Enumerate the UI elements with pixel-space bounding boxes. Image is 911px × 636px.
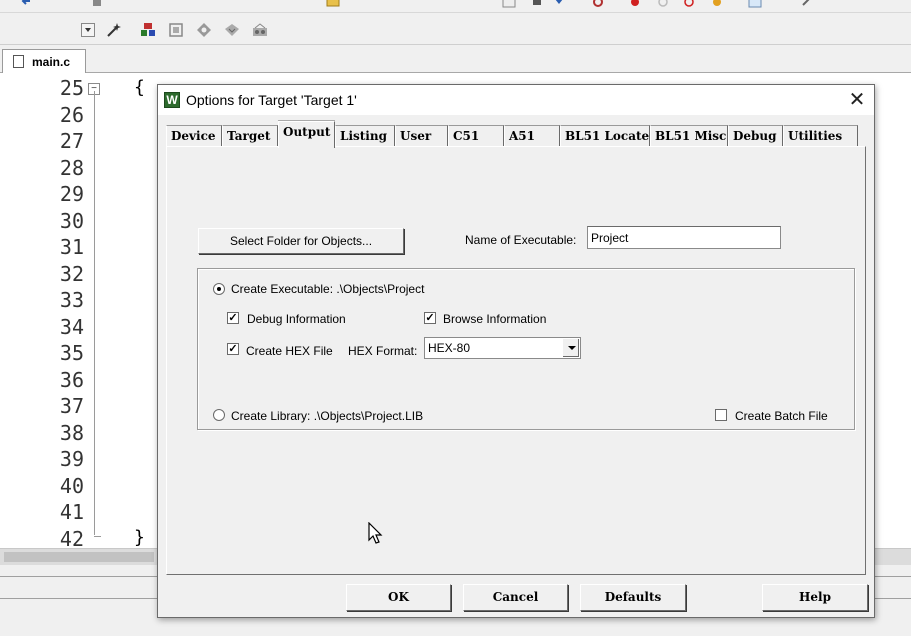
line-number: 34	[59, 315, 84, 339]
fold-guide	[94, 91, 95, 535]
indent-more-icon[interactable]	[290, 0, 304, 8]
line-number: 31	[59, 235, 84, 259]
name-of-executable-label: Name of Executable:	[465, 233, 577, 247]
window-layout-icon[interactable]	[748, 0, 762, 8]
create-library-radio[interactable]	[213, 409, 225, 421]
back-arrow-icon[interactable]	[20, 0, 34, 8]
align-left-icon[interactable]	[210, 0, 224, 8]
scrollbar-thumb[interactable]	[4, 552, 154, 562]
chevron-down-icon[interactable]	[562, 339, 579, 357]
line-number: 38	[59, 421, 84, 445]
keil-app-icon: W	[164, 92, 180, 108]
manage-runtime-icon[interactable]	[222, 20, 242, 40]
select-packs-icon[interactable]	[166, 20, 186, 40]
line-number: 35	[59, 341, 84, 365]
breakpoint-clear-icon[interactable]	[682, 0, 696, 8]
breakpoint-disabled-icon[interactable]	[656, 0, 670, 8]
comment-icon[interactable]	[176, 0, 190, 8]
tab-a51[interactable]: A51	[504, 125, 560, 147]
tab-bl51-misc[interactable]: BL51 Misc	[650, 125, 728, 147]
line-number: 28	[59, 156, 84, 180]
line-number: 32	[59, 262, 84, 286]
dialog-titlebar[interactable]: W Options for Target 'Target 1' ✕	[158, 85, 874, 115]
line-number: 30	[59, 209, 84, 233]
tab-listing[interactable]: Listing	[335, 125, 395, 147]
tab-target[interactable]: Target	[222, 125, 278, 147]
options-dialog: W Options for Target 'Target 1' ✕ Device…	[157, 84, 875, 618]
help-button[interactable]: Help	[762, 584, 868, 611]
breakpoint-icon[interactable]	[628, 0, 642, 8]
create-batch-file-checkbox[interactable]	[715, 409, 727, 421]
editor-tab-strip: main.c	[0, 45, 911, 73]
tab-main-c[interactable]: main.c	[2, 49, 86, 73]
magic-wand-icon[interactable]	[104, 20, 124, 40]
create-hex-checkbox[interactable]: ✓	[227, 343, 239, 355]
line-number: 33	[59, 288, 84, 312]
line-number: 37	[59, 394, 84, 418]
dropdown-icon[interactable]	[502, 0, 516, 8]
pack-installer-icon[interactable]	[194, 20, 214, 40]
tab-output[interactable]: Output	[278, 121, 335, 148]
create-batch-file-label: Create Batch File	[735, 409, 828, 423]
line-number: 26	[59, 103, 84, 127]
main-toolbar	[0, 0, 911, 13]
defaults-button[interactable]: Defaults	[580, 584, 686, 611]
create-executable-label: Create Executable: .\Objects\Project	[231, 282, 425, 296]
tab-device[interactable]: Device	[166, 125, 222, 147]
tab-panel-output: Select Folder for Objects... Name of Exe…	[166, 146, 866, 575]
hex-format-select[interactable]: HEX-80	[424, 337, 581, 359]
line-number: 27	[59, 129, 84, 153]
align-right-icon[interactable]	[236, 0, 250, 8]
browse-information-label: Browse Information	[443, 312, 547, 326]
tab-bl51-locate[interactable]: BL51 Locate	[560, 125, 650, 147]
bookmark-icon[interactable]	[90, 0, 104, 8]
line-number: 40	[59, 474, 84, 498]
tab-user[interactable]: User	[395, 125, 448, 147]
line-number: 42	[59, 527, 84, 548]
cancel-button[interactable]: Cancel	[463, 584, 568, 611]
config-wrench-icon[interactable]	[800, 0, 814, 8]
list-icon[interactable]	[262, 0, 276, 8]
mouse-cursor-icon	[368, 522, 383, 544]
hex-format-value: HEX-80	[428, 341, 471, 355]
folder-icon[interactable]	[326, 0, 340, 8]
line-number-gutter: 25 26 27 28 29 30 31 32 33 34 35 36 37 3…	[0, 73, 100, 548]
options-tabs: Device Target Output Listing User C51 A5…	[166, 121, 866, 148]
books-icon[interactable]	[250, 20, 270, 40]
fold-guide-end	[94, 536, 101, 537]
debug-information-checkbox[interactable]: ✓	[227, 312, 239, 324]
line-number: 39	[59, 447, 84, 471]
tab-debug[interactable]: Debug	[728, 125, 783, 147]
line-number: 36	[59, 368, 84, 392]
unindent-icon[interactable]	[148, 0, 162, 8]
build-toolbar	[0, 13, 911, 45]
select-folder-button[interactable]: Select Folder for Objects...	[198, 228, 404, 254]
kill-breakpoints-icon[interactable]	[710, 0, 724, 8]
hex-format-label: HEX Format:	[348, 344, 418, 358]
create-library-label: Create Library: .\Objects\Project.LIB	[231, 409, 424, 423]
open-brace: {	[134, 77, 145, 98]
create-executable-radio[interactable]	[213, 283, 225, 295]
line-number: 25	[59, 76, 84, 100]
dialog-title: Options for Target 'Target 1'	[186, 92, 357, 108]
line-number: 41	[59, 500, 84, 524]
browse-information-checkbox[interactable]: ✓	[424, 312, 436, 324]
line-number: 29	[59, 182, 84, 206]
file-tab-label: main.c	[32, 54, 71, 69]
dropdown-icon[interactable]	[78, 20, 98, 40]
chip-icon[interactable]	[530, 0, 544, 8]
debug-information-label: Debug Information	[247, 312, 346, 326]
tab-c51[interactable]: C51	[448, 125, 504, 147]
debug-search-icon[interactable]	[592, 0, 606, 8]
ok-button[interactable]: OK	[346, 584, 451, 611]
download-icon[interactable]	[552, 0, 566, 8]
tab-utilities[interactable]: Utilities	[783, 125, 858, 147]
close-icon[interactable]: ✕	[846, 89, 868, 111]
indent-icon[interactable]	[118, 0, 132, 8]
create-hex-label: Create HEX File	[246, 344, 333, 358]
file-icon	[13, 55, 24, 68]
close-brace: }	[134, 527, 145, 548]
manage-components-icon[interactable]	[138, 20, 158, 40]
name-of-executable-input[interactable]	[587, 226, 781, 249]
